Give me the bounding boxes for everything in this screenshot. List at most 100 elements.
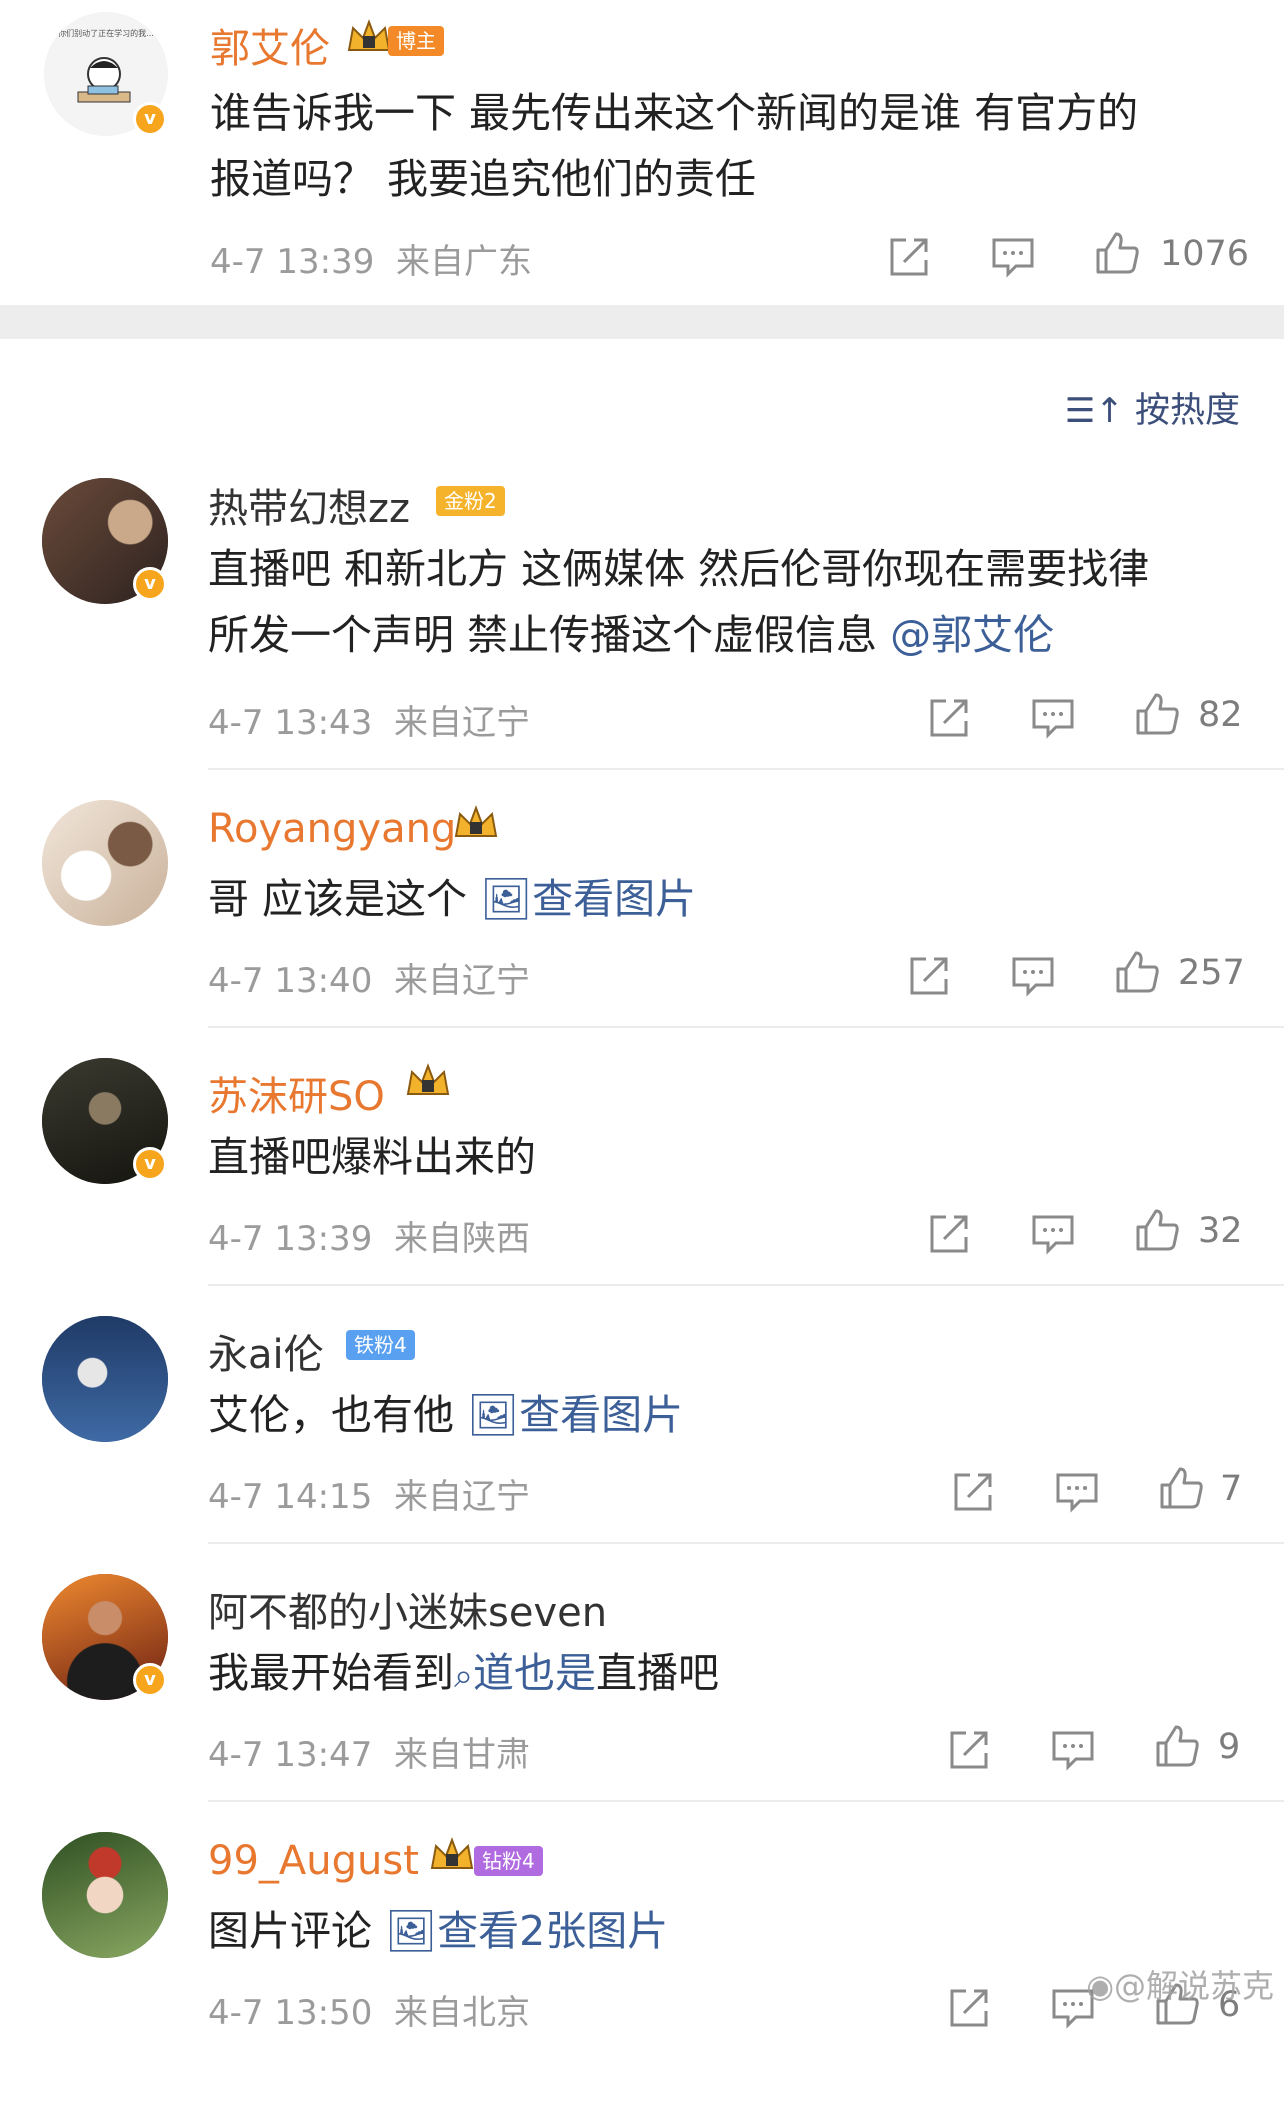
comment-text-body: 哥 应该是这个 — [208, 875, 481, 923]
commenter-name[interactable]: 永ai伦 — [208, 1322, 324, 1380]
commenter-name[interactable]: Royangyang — [208, 806, 456, 852]
watermark: ◉@解说苏克 — [1086, 1961, 1274, 2007]
comment-icon[interactable] — [1030, 1211, 1076, 1257]
location-text: 来自甘肃 — [393, 1735, 530, 1775]
like-count: 257 — [1178, 953, 1245, 993]
search-icon: ⌕ — [454, 1656, 474, 1696]
post-text-line1: 谁告诉我一下 最先传出来这个新闻的是谁 有官方的 — [210, 89, 1139, 137]
time-text: 4-7 13:43 — [208, 703, 373, 743]
like-icon[interactable] — [1154, 1723, 1200, 1769]
sort-by-hot-button[interactable]: ☰↑ 按热度 — [1065, 382, 1240, 433]
crown-badge-icon — [454, 805, 498, 837]
top-post: 你们别动了正在学习的我... v 郭艾伦 博主 谁告诉我一下 最先传出来这个新闻… — [0, 0, 1284, 305]
like-icon[interactable] — [1094, 230, 1140, 276]
comment-text: 所发一个声明 禁止传播这个虚假信息 — [208, 611, 891, 659]
time-text: 4-7 13:39 — [208, 1219, 373, 1259]
comment-text-line1: 直播吧 和新北方 这俩媒体 然后伦哥你现在需要找律 — [208, 545, 1150, 593]
comment-icon[interactable] — [1010, 953, 1056, 999]
comment-icon[interactable] — [990, 234, 1036, 280]
view-image-label: 查看2张图片 — [437, 1907, 669, 1955]
like-icon[interactable] — [1158, 1465, 1204, 1511]
share-icon[interactable] — [946, 1727, 992, 1773]
location-text: 来自辽宁 — [393, 961, 530, 1001]
comment-text-line2: 所发一个声明 禁止传播这个虚假信息 @郭艾伦 — [208, 602, 1054, 668]
comment-meta: 4-7 13:39 来自陕西 — [208, 1211, 530, 1260]
image-icon: 🖼 — [480, 875, 533, 923]
comment-meta: 4-7 13:50 来自北京 — [208, 1985, 530, 2034]
comment-meta: 4-7 13:43 来自辽宁 — [208, 695, 530, 744]
share-icon[interactable] — [926, 1211, 972, 1257]
share-icon[interactable] — [906, 953, 952, 999]
image-icon: 🖼 — [467, 1391, 520, 1439]
section-separator — [0, 305, 1284, 339]
share-icon[interactable] — [946, 1985, 992, 2031]
fan-badge: 钻粉4 — [474, 1846, 543, 1876]
verified-icon: v — [133, 567, 167, 601]
like-count: 7 — [1220, 1469, 1243, 1509]
view-image-link[interactable]: 🖼查看图片 — [467, 1391, 683, 1439]
location-text: 来自广东 — [395, 242, 532, 282]
view-image-link[interactable]: 🖼查看图片 — [480, 875, 696, 923]
like-count: 1076 — [1160, 234, 1250, 274]
blogger-badge: 博主 — [388, 26, 444, 56]
fan-badge: 铁粉4 — [346, 1330, 415, 1360]
sort-label: 按热度 — [1134, 391, 1240, 431]
commenter-name[interactable]: 99_August — [208, 1838, 419, 1884]
search-link-label: 道也是 — [473, 1649, 597, 1697]
comment-item: 99_August 钻粉4 图片评论 🖼查看2张图片 4-7 13:50 来自北… — [0, 1802, 1284, 2105]
time-text: 4-7 13:47 — [208, 1735, 373, 1775]
commenter-avatar[interactable] — [42, 1316, 168, 1442]
like-icon[interactable] — [1134, 691, 1180, 737]
author-name[interactable]: 郭艾伦 — [210, 16, 330, 74]
like-count: 32 — [1198, 1211, 1243, 1251]
share-icon[interactable] — [886, 234, 932, 280]
image-icon: 🖼 — [385, 1907, 438, 1955]
view-image-label: 查看图片 — [519, 1391, 684, 1439]
watermark-text: @解说苏克 — [1113, 1967, 1274, 2005]
comment-text-tail: 直播吧 — [596, 1649, 720, 1697]
location-text: 来自陕西 — [393, 1219, 530, 1259]
post-text-line2: 报道吗？ 我要追究他们的责任 — [210, 155, 757, 203]
time-text: 4-7 13:39 — [210, 242, 375, 282]
location-text: 来自辽宁 — [393, 1477, 530, 1517]
share-icon[interactable] — [926, 695, 972, 741]
comment-meta: 4-7 14:15 来自辽宁 — [208, 1469, 530, 1518]
comment-text: 哥 应该是这个 🖼查看图片 — [208, 866, 696, 932]
like-icon[interactable] — [1134, 1207, 1180, 1253]
comment-item: v 热带幻想zz 金粉2 直播吧 和新北方 这俩媒体 然后伦哥你现在需要找律 所… — [0, 462, 1284, 770]
comment-meta: 4-7 13:40 来自辽宁 — [208, 953, 530, 1002]
commenter-avatar[interactable] — [42, 1832, 168, 1958]
mention-link[interactable]: @郭艾伦 — [890, 611, 1054, 659]
comment-text: 艾伦，也有他 🖼查看图片 — [208, 1382, 683, 1448]
comment-icon[interactable] — [1054, 1469, 1100, 1515]
commenter-avatar[interactable] — [42, 800, 168, 926]
verified-icon: v — [133, 1663, 167, 1697]
sort-icon: ☰↑ — [1064, 391, 1124, 431]
commenter-name[interactable]: 阿不都的小迷妹seven — [208, 1580, 607, 1638]
comment-icon[interactable] — [1050, 1727, 1096, 1773]
post-time: 4-7 13:39 来自广东 — [210, 234, 532, 283]
share-icon[interactable] — [950, 1469, 996, 1515]
comment-meta: 4-7 13:47 来自甘肃 — [208, 1727, 530, 1776]
search-link[interactable]: ⌕道也是 — [454, 1649, 596, 1697]
location-text: 来自北京 — [393, 1993, 530, 2033]
avatar-caption: 你们别动了正在学习的我... — [58, 28, 154, 38]
commenter-name[interactable]: 苏沫研SO — [208, 1064, 385, 1122]
like-icon[interactable] — [1114, 949, 1160, 995]
comment-text: 直播吧爆料出来的 — [208, 1133, 536, 1181]
weibo-logo-icon: ◉ — [1086, 1967, 1114, 2005]
location-text: 来自辽宁 — [393, 703, 530, 743]
verified-icon: v — [133, 1147, 167, 1181]
like-count: 82 — [1198, 695, 1243, 735]
comment-icon[interactable] — [1030, 695, 1076, 741]
view-image-link[interactable]: 🖼查看2张图片 — [385, 1907, 668, 1955]
time-text: 4-7 14:15 — [208, 1477, 373, 1517]
time-text: 4-7 13:40 — [208, 961, 373, 1001]
like-count: 9 — [1218, 1727, 1241, 1767]
time-text: 4-7 13:50 — [208, 1993, 373, 2033]
comment-text: 图片评论 🖼查看2张图片 — [208, 1898, 668, 1964]
comment-text-body: 图片评论 — [208, 1907, 386, 1955]
commenter-name[interactable]: 热带幻想zz — [208, 476, 410, 534]
comment-text-body: 艾伦，也有他 — [208, 1391, 468, 1439]
crown-badge-icon — [347, 19, 391, 51]
